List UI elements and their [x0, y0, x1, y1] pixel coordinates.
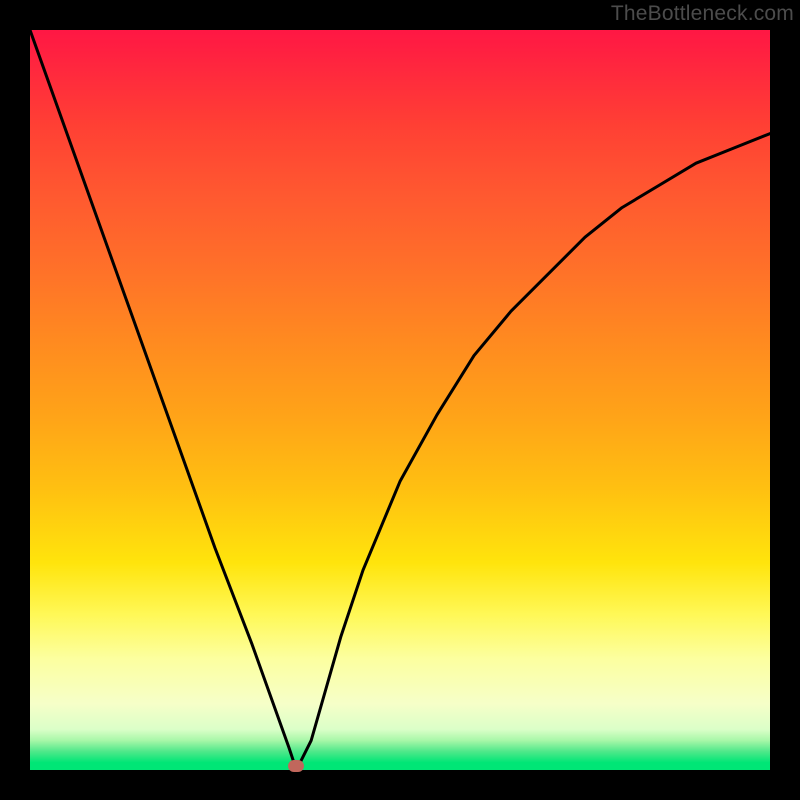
- bottleneck-curve: [30, 30, 770, 770]
- watermark-text: TheBottleneck.com: [611, 2, 794, 26]
- chart-frame: TheBottleneck.com: [0, 0, 800, 800]
- optimal-point-marker: [288, 760, 304, 772]
